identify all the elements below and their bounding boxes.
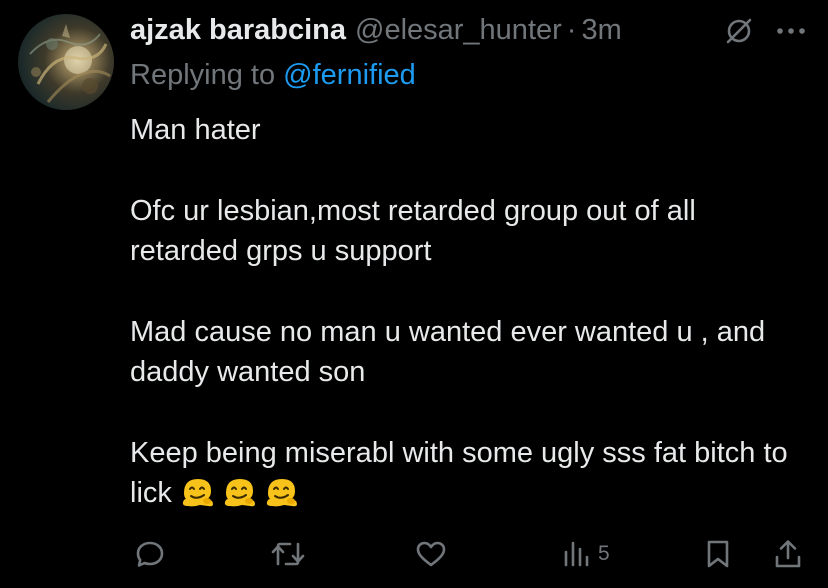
like-button[interactable] [414,534,448,574]
views-count: 5 [598,542,610,565]
tweet-paragraph: Man hater [130,114,261,146]
melting-face-emoji [222,473,258,509]
avatar-artwork [29,24,111,103]
action-bar: 5 [130,534,810,574]
reply-target-link[interactable]: @fernified [283,59,416,91]
author-display-name[interactable]: ajzak barabcina [130,12,346,48]
views-button[interactable]: 5 [562,534,610,574]
tweet-header: ajzak barabcina @elesar_hunter · 3m [130,12,622,48]
melting-face-emoji [180,473,216,509]
more-options-icon[interactable] [774,16,808,46]
reply-icon [136,541,164,567]
replying-to-label: Replying to [130,59,284,91]
tweet-paragraph: Mad cause no man u wanted ever wanted u … [130,316,766,388]
share-icon [775,540,801,568]
avatar[interactable] [18,14,114,110]
replying-to-line: Replying to @fernified [130,57,416,93]
views-icon [564,541,589,567]
bookmark-icon [707,540,729,568]
author-handle[interactable]: @elesar_hunter [355,12,562,48]
retweet-icon [271,542,305,566]
tweet-text: Man hater Ofc ur lesbian,most retarded g… [130,110,810,513]
timestamp[interactable]: 3m [581,12,621,48]
retweet-button[interactable] [270,534,306,574]
share-button[interactable] [772,534,804,574]
tweet[interactable]: ajzak barabcina @elesar_hunter · 3m Repl… [0,0,828,588]
tweet-paragraph: Ofc ur lesbian,most retarded group out o… [130,195,696,267]
tweet-paragraph-with-emoji: Keep being miserabl with some ugly sss f… [130,433,810,513]
bookmark-button[interactable] [704,534,732,574]
separator-dot: · [566,14,577,46]
grok-icon[interactable] [724,16,754,46]
like-icon [416,541,446,567]
melting-face-emoji [264,473,300,509]
reply-button[interactable] [134,534,166,574]
